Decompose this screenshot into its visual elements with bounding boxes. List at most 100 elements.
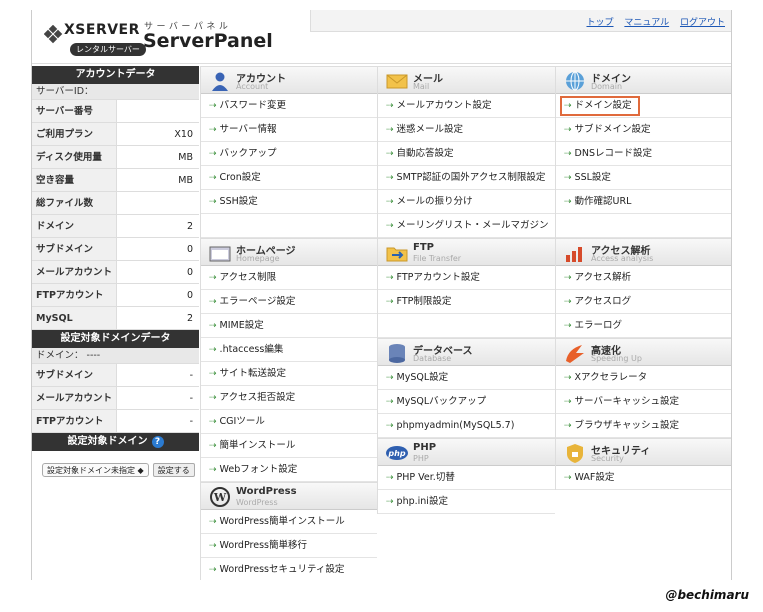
menu-item[interactable]: ⇢ Xアクセラレータ [556,366,731,390]
menu-item-label: CGIツール [219,416,265,427]
menu-item[interactable]: ⇢ WAF設定 [556,466,731,490]
menu-item[interactable]: ⇢ php.ini設定 [378,490,555,514]
account-data-value: 0 [116,238,199,260]
target-domain-data-label: サブドメイン [32,364,116,386]
manual-link[interactable]: マニュアル [624,18,669,28]
menu-item[interactable]: ⇢ メールアカウント設定 [378,94,555,118]
xserver-diamond-icon [44,25,63,44]
account-data-row: メールアカウント 0 [32,261,199,284]
arrow-icon: ⇢ [564,321,572,331]
menu-item[interactable]: ⇢ エラーログ [556,314,731,338]
menu-item[interactable]: ⇢ 動作確認URL [556,190,731,214]
menu-item[interactable]: ⇢ WordPress簡単インストール [201,510,377,534]
domain-select-row: 設定対象ドメイン未指定 ◆ 設定する [32,451,199,477]
section-header: ホームページ Homepage [201,238,377,266]
menu-item-label: php.ini設定 [396,496,448,507]
arrow-icon: ⇢ [209,541,217,551]
menu-item[interactable]: ⇢ SSL設定 [556,166,731,190]
menu-item[interactable]: ⇢ Webフォント設定 [201,458,377,482]
menu-item[interactable]: ⇢ パスワード変更 [201,94,377,118]
section-subtitle: Security [591,454,624,463]
menu-item[interactable]: ⇢ WordPressセキュリティ設定 [201,558,377,580]
arrow-icon: ⇢ [386,149,394,159]
menu-item[interactable]: ⇢ .htaccess編集 [201,338,377,362]
arrow-icon: ⇢ [209,173,217,183]
menu-item-label: アクセスログ [574,296,632,307]
target-domain-data-label: メールアカウント [32,387,116,409]
menu-item[interactable]: ⇢ SMTP認証の国外アクセス制限設定 [378,166,555,190]
section-header: セキュリティ Security [556,438,731,466]
empty-cell [201,214,377,238]
wordpress-icon: W [210,487,230,507]
menu-item[interactable]: ⇢ サブドメイン設定 [556,118,731,142]
menu-item[interactable]: ⇢ サイト転送設定 [201,362,377,386]
menu-item[interactable]: ⇢ アクセスログ [556,290,731,314]
menu-item[interactable]: ⇢ CGIツール [201,410,377,434]
menu-item[interactable]: ⇢ サーバーキャッシュ設定 [556,390,731,414]
menu-item[interactable]: ⇢ メーリングリスト・メールマガジン [378,214,555,238]
account-data-heading: アカウントデータ [32,66,199,84]
menu-item[interactable]: ⇢ アクセス制限 [201,266,377,290]
menu-item[interactable]: ⇢ サーバー情報 [201,118,377,142]
menu-item[interactable]: ⇢ MySQL設定 [378,366,555,390]
menu-item[interactable]: ⇢ メールの振り分け [378,190,555,214]
target-domain-heading: 設定対象ドメイン? [32,433,199,451]
arrow-icon: ⇢ [564,421,572,431]
section-subtitle: File Transfer [413,254,462,263]
credit-watermark: @bechimaru [665,588,749,602]
account-data-label: FTPアカウント [32,284,116,306]
target-domain-data-row: メールアカウント - [32,387,199,410]
menu-item[interactable]: ⇢ FTPアカウント設定 [378,266,555,290]
account-data-row: MySQL 2 [32,307,199,330]
menu-item-label: メールアカウント設定 [396,100,492,111]
menu-item[interactable]: ⇢ FTP制限設定 [378,290,555,314]
help-icon[interactable]: ? [151,436,164,448]
speed-icon [566,345,584,363]
menu-item[interactable]: ⇢ エラーページ設定 [201,290,377,314]
menu-item[interactable]: ⇢ ドメイン設定 [556,94,731,118]
menu-item[interactable]: ⇢ アクセス解析 [556,266,731,290]
menu-item[interactable]: ⇢ 簡単インストール [201,434,377,458]
menu-item[interactable]: ⇢ 迷惑メール設定 [378,118,555,142]
account-data-label: MySQL [32,307,116,329]
menu-item[interactable]: ⇢ phpmyadmin(MySQL5.7) [378,414,555,438]
arrow-icon: ⇢ [209,101,217,111]
menu-item[interactable]: ⇢ WordPress簡単移行 [201,534,377,558]
left-sidebar: アカウントデータ サーバーID： サーバー番号 ご利用プラン X10 ディスク使… [32,66,199,477]
menu-item[interactable]: ⇢ SSH設定 [201,190,377,214]
domain-select[interactable]: 設定対象ドメイン未指定 ◆ [42,463,149,477]
menu-item[interactable]: ⇢ MIME設定 [201,314,377,338]
account-data-table: サーバー番号 ご利用プラン X10 ディスク使用量 MB 空き容量 MB 総ファ… [32,100,199,330]
arrow-icon: ⇢ [564,125,572,135]
account-data-row: ドメイン 2 [32,215,199,238]
section-subtitle: Account [236,82,269,91]
menu-item-label: 迷惑メール設定 [396,124,464,135]
menu-item[interactable]: ⇢ バックアップ [201,142,377,166]
menu-item-label: WAF設定 [574,472,615,483]
menu-item-label: エラーページ設定 [219,296,296,307]
menu-item[interactable]: ⇢ Cron設定 [201,166,377,190]
section-subtitle: Domain [591,82,623,91]
menu-item-label: PHP Ver.切替 [396,472,455,483]
menu-item[interactable]: ⇢ DNSレコード設定 [556,142,731,166]
arrow-icon: ⇢ [564,297,572,307]
arrow-icon: ⇢ [209,273,217,283]
xserver-logo[interactable]: XSERVER レンタルサーバー [44,20,154,60]
menu-item-label: メーリングリスト・メールマガジン [396,220,549,231]
set-domain-button[interactable]: 設定する [152,463,195,477]
target-domain-data-row: FTPアカウント - [32,410,199,433]
logout-link[interactable]: ログアウト [680,18,725,28]
menu-item[interactable]: ⇢ ブラウザキャッシュ設定 [556,414,731,438]
arrow-icon: ⇢ [564,149,572,159]
menu-item[interactable]: ⇢ 自動応答設定 [378,142,555,166]
menu-item[interactable]: ⇢ アクセス拒否設定 [201,386,377,410]
menu-item-label: 簡単インストール [219,440,296,451]
arrow-icon: ⇢ [386,221,394,231]
lock-icon [567,444,583,463]
section-header: アカウント Account [201,66,377,94]
menu-item[interactable]: ⇢ PHP Ver.切替 [378,466,555,490]
highlight-box[interactable]: ⇢ ドメイン設定 [560,96,640,116]
menu-item-label: MIME設定 [219,320,264,331]
top-link[interactable]: トップ [586,18,613,28]
menu-item[interactable]: ⇢ MySQLバックアップ [378,390,555,414]
